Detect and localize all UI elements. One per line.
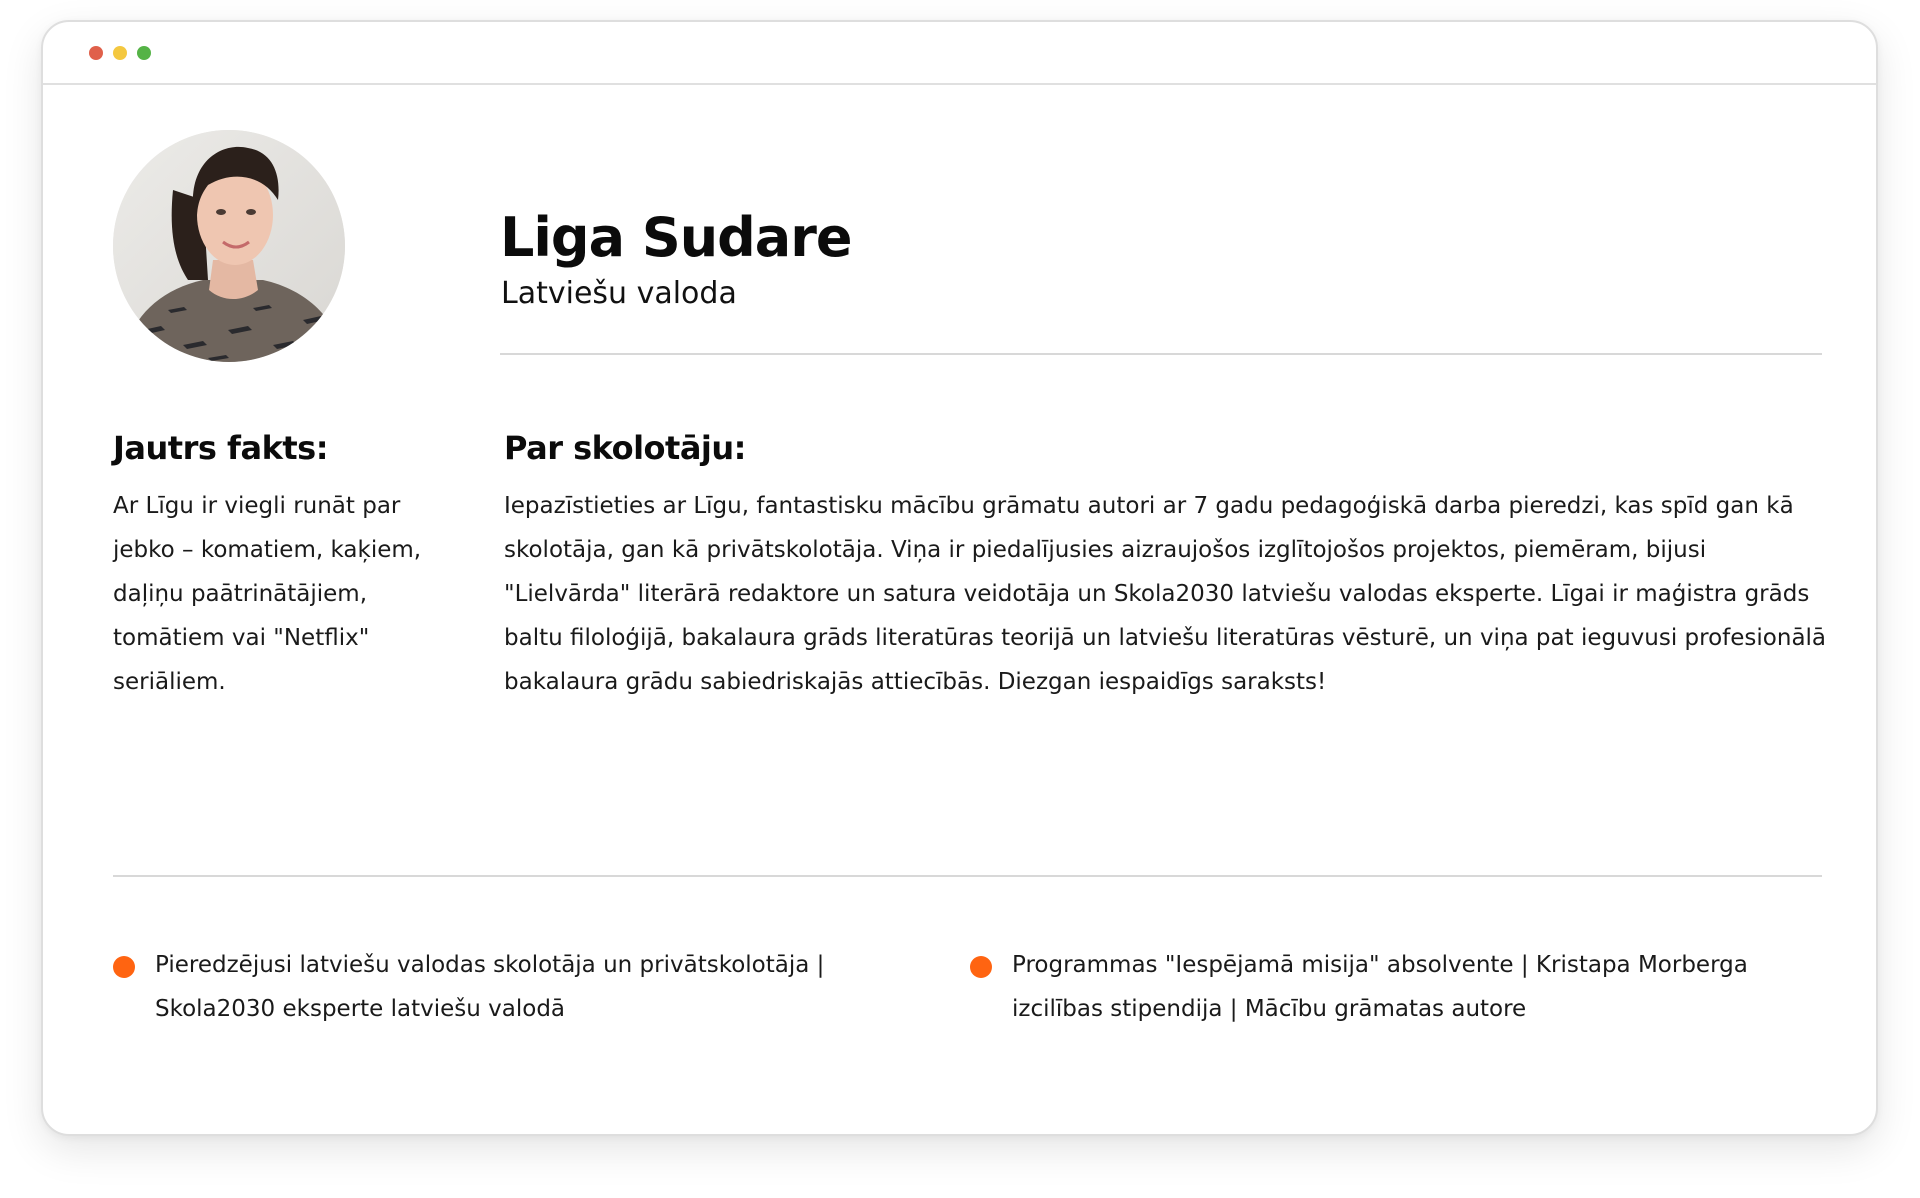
bullet-dot-icon (970, 956, 992, 978)
about-text: Iepazīstieties ar Līgu, fantastisku mācī… (504, 493, 1827, 695)
fun-fact-text: Ar Līgu ir viegli runāt par jebko – koma… (113, 493, 422, 695)
minimize-window-dot[interactable] (113, 46, 127, 60)
teacher-name: Liga Sudare (500, 206, 852, 269)
window-titlebar (43, 22, 1876, 85)
fun-fact-heading: Jautrs fakts: (113, 429, 328, 467)
teacher-subject: Latviešu valoda (501, 276, 737, 311)
about-heading: Par skolotāju: (504, 429, 746, 467)
header-divider (500, 353, 1822, 355)
bullet-dot-icon (113, 956, 135, 978)
highlight-text: Programmas "Iespējamā misija" absolvente… (1012, 952, 1748, 1022)
highlight-text: Pieredzējusi latviešu valodas skolotāja … (155, 952, 825, 1022)
close-window-dot[interactable] (89, 46, 103, 60)
teacher-photo (113, 130, 345, 362)
highlights-divider (113, 875, 1822, 877)
maximize-window-dot[interactable] (137, 46, 151, 60)
browser-window: Liga Sudare Latviešu valoda Jautrs fakts… (41, 20, 1878, 1136)
